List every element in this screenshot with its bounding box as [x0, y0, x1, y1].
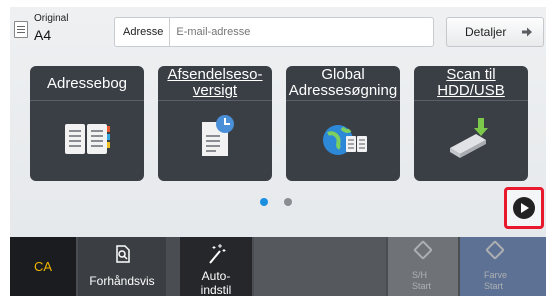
- next-page-button[interactable]: [504, 187, 544, 229]
- page-dot[interactable]: [284, 198, 292, 206]
- tile-scan-to-hdd-usb[interactable]: Scan til HDD/USB: [414, 66, 528, 181]
- details-button[interactable]: Detaljer: [446, 17, 544, 47]
- preview-label: Forhåndsvis: [89, 274, 155, 288]
- auto-set-label-line1: Auto-: [201, 269, 231, 283]
- tile-title: Global Adressesøgning: [286, 66, 400, 101]
- preview-button[interactable]: Forhåndsvis: [78, 237, 166, 296]
- tile-title: Afsendelseso-versigt: [158, 66, 272, 101]
- start-diamond-icon: [413, 240, 433, 260]
- document-icon[interactable]: [14, 21, 28, 38]
- tile-address-book[interactable]: Adressebog: [30, 66, 144, 181]
- tile-label-line2: Adressesøgning: [288, 82, 398, 99]
- top-bar: Original A4 Adresse Detaljer: [10, 7, 546, 55]
- address-field[interactable]: Adresse: [114, 17, 434, 47]
- email-address-input[interactable]: [170, 26, 411, 38]
- address-label: Adresse: [115, 18, 171, 46]
- tile-title: Adressebog: [30, 66, 144, 101]
- color-start-label-line1: Farve: [484, 270, 508, 280]
- color-start-label-line2: Start: [484, 281, 504, 291]
- original-size-value[interactable]: A4: [34, 27, 51, 43]
- tile-global-address-search[interactable]: Global Adressesøgning: [286, 66, 400, 181]
- tile-label-line1: Adressebog: [46, 74, 128, 92]
- tile-label-line1: Scan til: [446, 66, 496, 83]
- page-dot-active[interactable]: [260, 198, 268, 206]
- bottom-bar-spacer: [254, 237, 386, 296]
- tile-label-line2: HDD/USB: [437, 82, 505, 99]
- book-icon: [30, 106, 144, 176]
- details-label: Detaljer: [465, 25, 507, 39]
- auto-set-label-line2: indstil: [200, 283, 232, 296]
- original-label: Original: [34, 13, 69, 24]
- auto-set-label: Auto- indstil: [180, 269, 252, 296]
- auto-set-button[interactable]: Auto- indstil: [180, 237, 252, 296]
- color-start-button[interactable]: Farve Start: [460, 237, 546, 296]
- ca-button[interactable]: CA: [10, 237, 76, 296]
- tile-title: Scan til HDD/USB: [414, 66, 528, 101]
- color-start-label: Farve Start: [484, 270, 507, 292]
- tile-label-line2: versigt: [192, 82, 238, 99]
- start-diamond-icon: [485, 240, 505, 260]
- document-clock-icon: [158, 106, 272, 176]
- bw-start-label-line1: S/H: [412, 270, 428, 280]
- bottom-bar: CA Forhåndsvis Auto- indstil S/H Start F…: [10, 237, 546, 296]
- tile-label-line1: Afsendelseso-: [167, 66, 263, 83]
- tile-label-line1: Global: [321, 66, 365, 83]
- magic-wand-icon: [206, 243, 226, 270]
- screen: Original A4 Adresse Detaljer Adressebog: [10, 7, 546, 296]
- bw-start-label: S/H Start: [412, 270, 431, 292]
- bw-start-button[interactable]: S/H Start: [388, 237, 458, 296]
- play-icon: [513, 197, 535, 219]
- bw-start-label-line2: Start: [412, 281, 432, 291]
- globe-book-icon: [286, 106, 400, 176]
- arrow-right-icon: [521, 25, 533, 41]
- tile-sending-history[interactable]: Afsendelseso-versigt: [158, 66, 272, 181]
- usb-arrow-icon: [414, 106, 528, 176]
- magnifier-document-icon: [115, 245, 131, 268]
